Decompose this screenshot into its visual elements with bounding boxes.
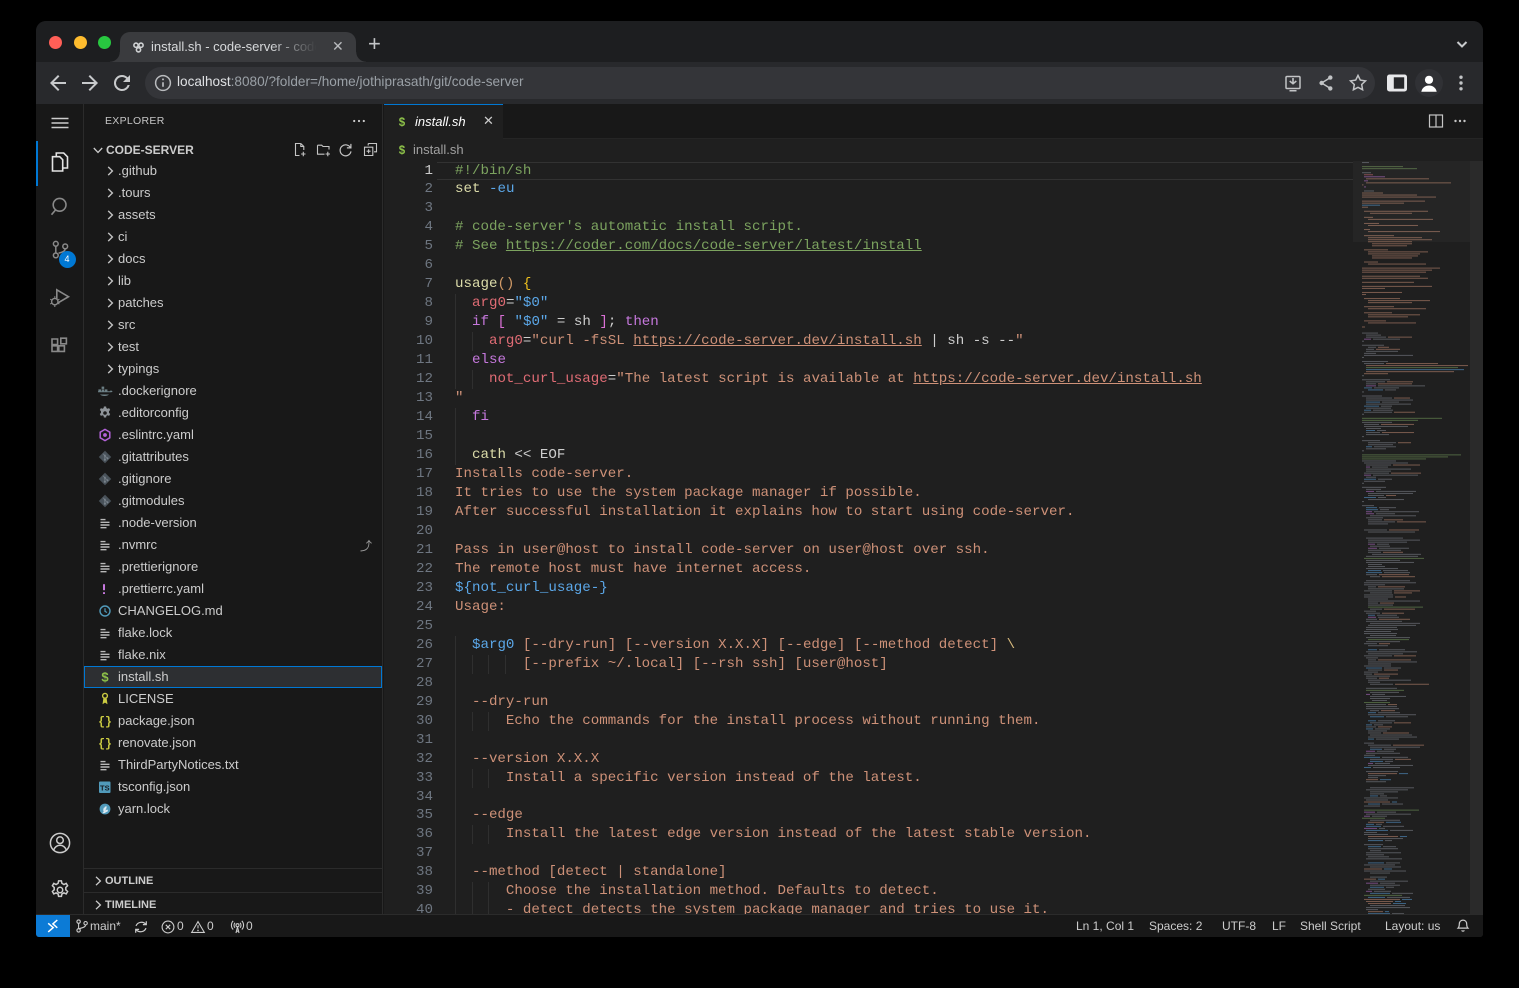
svg-text:$: $ xyxy=(101,670,109,685)
svg-text:$: $ xyxy=(399,117,406,129)
svg-text:{}: {} xyxy=(98,716,112,729)
svg-text:TS: TS xyxy=(100,784,110,793)
svg-text:{}: {} xyxy=(98,738,112,751)
svg-text:$: $ xyxy=(399,145,406,157)
